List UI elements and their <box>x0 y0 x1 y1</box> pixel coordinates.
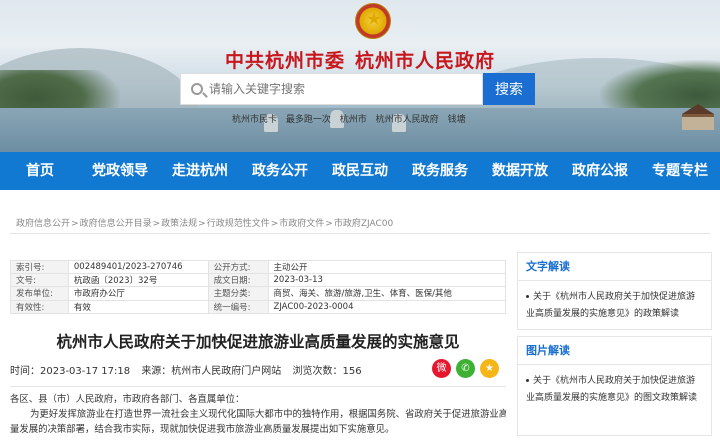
text-interpretation-panel: 文字解读 关于《杭州市人民政府关于加快促进旅游业高质量发展的实施意见》的政策解读 <box>517 252 712 330</box>
site-title[interactable]: 中共杭州市委 杭州市人民政府 <box>0 46 720 73</box>
view-count: 浏览次数：156 <box>292 366 362 377</box>
weibo-icon[interactable]: 微 <box>432 359 451 378</box>
article-title: 杭州市人民政府关于加快促进旅游业高质量发展的实施意见 <box>56 333 460 351</box>
panel-title: 图片解读 <box>518 337 711 365</box>
table-row: 有效性: 有效 统一编号: ZJAC00-2023-0004 <box>10 299 506 314</box>
info-label: 统一编号: <box>207 299 269 314</box>
info-label: 索引号: <box>10 259 69 275</box>
hot-words: 杭州市民卡 最多跑一次 杭州市 杭州市人民政府 钱塘 <box>232 112 472 125</box>
info-value: 商贸、海关、旅游/旅游,卫生、体育、医保/其他 <box>267 286 506 301</box>
nav-item-topics[interactable]: 专题专栏 <box>640 152 720 190</box>
info-label: 成文日期: <box>207 273 269 288</box>
search-box <box>180 73 483 105</box>
table-row: 文号: 杭政函〔2023〕32号 成文日期: 2023-03-13 <box>10 273 506 288</box>
national-emblem-icon <box>355 3 391 39</box>
breadcrumb-link[interactable]: 市政府ZJAC00 <box>334 219 393 229</box>
article-paragraph: 为更好发挥旅游业在打造世界一流社会主义现代化国际大都市中的独特作用，根据国务院、… <box>30 409 506 420</box>
search-icon <box>191 83 203 95</box>
nav-item-gazette[interactable]: 政府公报 <box>560 152 640 190</box>
table-row: 发布单位: 市政府办公厅 主题分类: 商贸、海关、旅游/旅游,卫生、体育、医保/… <box>10 286 506 301</box>
document-info-table: 索引号: 002489401/2023-270746 公开方式: 主动公开 文号… <box>10 259 506 314</box>
info-value: 2023-03-13 <box>267 273 506 288</box>
info-label: 文号: <box>10 273 69 288</box>
info-value: 有效 <box>67 299 209 314</box>
breadcrumb-link[interactable]: 政策法规 <box>161 219 197 229</box>
bullet-icon <box>526 295 529 298</box>
org-party-name: 中共杭州市委 <box>224 50 345 72</box>
hot-word-link[interactable]: 钱塘 <box>448 115 466 125</box>
divider <box>10 386 506 387</box>
info-value: 杭政函〔2023〕32号 <box>67 273 209 288</box>
hot-word-link[interactable]: 杭州市 <box>340 115 367 125</box>
article-meta: 时间：2023-03-17 17:18 来源：杭州市人民政府门户网站 浏览次数：… <box>10 362 370 377</box>
main-nav: 首页 党政领导 走进杭州 政务公开 政民互动 政务服务 数据开放 政府公报 专题… <box>0 152 720 190</box>
article-paragraph: 各区、县（市）人民政府，市政府各部门、各直属单位： <box>10 394 245 405</box>
breadcrumb-link[interactable]: 政府信息公开目录 <box>80 219 152 229</box>
table-row: 索引号: 002489401/2023-270746 公开方式: 主动公开 <box>10 259 506 275</box>
article-body: 各区、县（市）人民政府，市政府各部门、各直属单位： 为更好发挥旅游业在打造世界一… <box>10 392 506 437</box>
article-paragraph: 量发展的决策部署，结合我市实际，现就加快促进我市旅游业高质量发展提出如下实施意见… <box>10 424 395 435</box>
interpretation-link[interactable]: 关于《杭州市人民政府关于加快促进旅游业高质量发展的实施意见》的政策解读 <box>526 292 695 319</box>
panel-title: 文字解读 <box>518 253 711 281</box>
info-value: 002489401/2023-270746 <box>67 259 209 275</box>
hot-word-link[interactable]: 杭州市人民政府 <box>376 115 439 125</box>
nav-item-home[interactable]: 首页 <box>0 152 80 190</box>
pavilion-decoration <box>678 104 718 132</box>
breadcrumb-link[interactable]: 行政规范性文件 <box>207 219 270 229</box>
interpretation-link[interactable]: 关于《杭州市人民政府关于加快促进旅游业高质量发展的实施意见》的图文政策解读 <box>526 376 697 403</box>
nav-item-leaders[interactable]: 党政领导 <box>80 152 160 190</box>
bullet-icon <box>526 379 529 382</box>
search-button[interactable]: 搜索 <box>483 73 535 105</box>
breadcrumb-link[interactable]: 政府信息公开 <box>16 219 70 229</box>
search-input[interactable] <box>209 78 479 100</box>
info-label: 主题分类: <box>207 286 269 301</box>
info-value: 市政府办公厅 <box>67 286 209 301</box>
breadcrumb: 政府信息公开>政府信息公开目录>政策法规>行政规范性文件>市政府文件>市政府ZJ… <box>16 219 394 229</box>
hot-word-link[interactable]: 最多跑一次 <box>286 115 331 125</box>
nav-item-disclosure[interactable]: 政务公开 <box>240 152 320 190</box>
wechat-icon[interactable]: ✆ <box>456 359 475 378</box>
nav-item-services[interactable]: 政务服务 <box>400 152 480 190</box>
image-interpretation-panel: 图片解读 关于《杭州市人民政府关于加快促进旅游业高质量发展的实施意见》的图文政策… <box>517 336 712 436</box>
header-banner: 中共杭州市委杭州市人民政府 搜索 杭州市民卡 最多跑一次 杭州市 杭州市人民政府… <box>0 0 720 152</box>
nav-item-interaction[interactable]: 政民互动 <box>320 152 400 190</box>
info-label: 有效性: <box>10 299 69 314</box>
divider <box>10 233 710 234</box>
publish-time: 时间：2023-03-17 17:18 <box>10 366 131 377</box>
org-gov-name: 杭州市人民政府 <box>355 50 496 72</box>
info-label: 公开方式: <box>207 259 269 275</box>
info-value: 主动公开 <box>267 259 506 275</box>
hot-word-link[interactable]: 杭州市民卡 <box>232 115 277 125</box>
breadcrumb-link[interactable]: 市政府文件 <box>279 219 324 229</box>
nav-item-open-data[interactable]: 数据开放 <box>480 152 560 190</box>
nav-item-about[interactable]: 走进杭州 <box>160 152 240 190</box>
info-value: ZJAC00-2023-0004 <box>267 299 506 314</box>
article-source: 来源：杭州市人民政府门户网站 <box>141 366 282 377</box>
info-label: 发布单位: <box>10 286 69 301</box>
qzone-icon[interactable]: ★ <box>480 359 499 378</box>
